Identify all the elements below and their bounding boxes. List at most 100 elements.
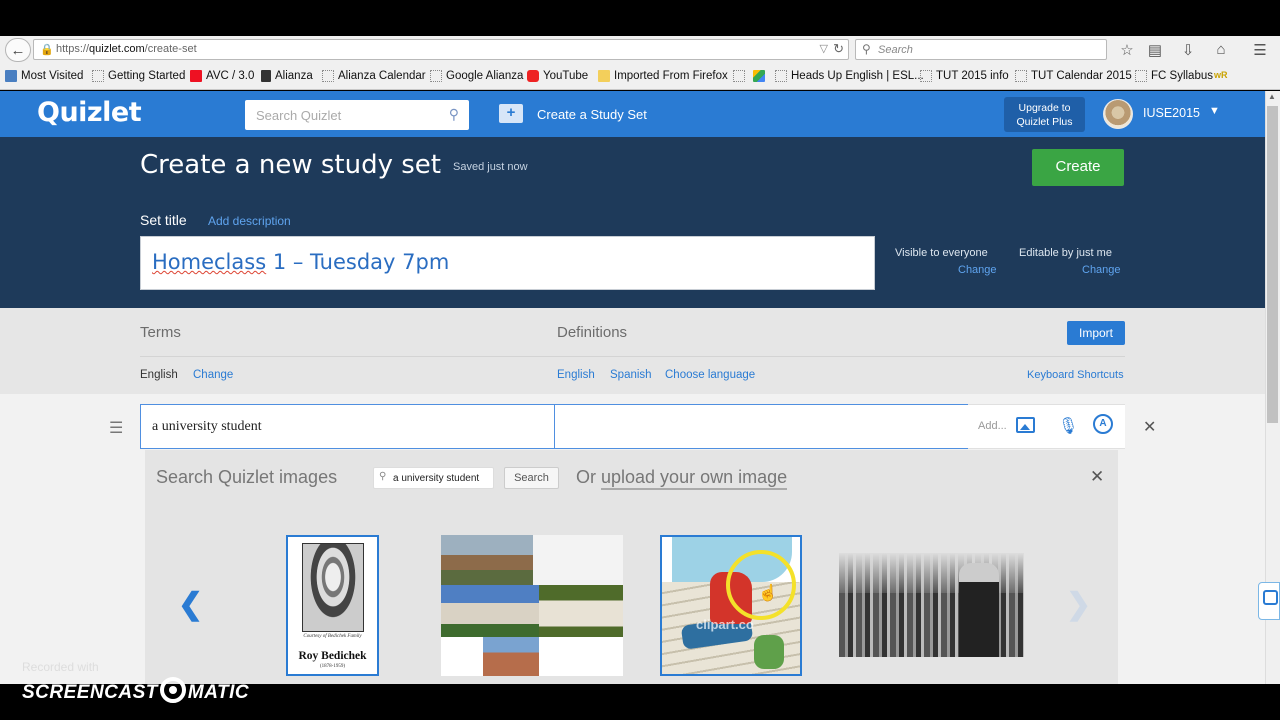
definition-input[interactable] — [554, 404, 969, 449]
term-input[interactable]: a university student — [140, 404, 555, 449]
add-label: Add... — [978, 420, 1007, 432]
bookmark-item[interactable]: Google Alianza — [430, 70, 523, 82]
bookmark-label: Alianza — [275, 70, 313, 82]
bookmark-item[interactable]: TUT Calendar 2015 — [1015, 70, 1132, 82]
bookmark-item[interactable] — [733, 70, 749, 82]
recorded-with-label: Recorded with — [22, 660, 99, 674]
url-dropdown-icon[interactable]: ▽ — [820, 42, 828, 55]
quizlet-search-input[interactable]: Search Quizlet ⚲ — [245, 100, 469, 130]
term-value: a university student — [152, 419, 262, 434]
image-icon[interactable] — [1016, 417, 1035, 433]
download-icon[interactable]: ⇩ — [1178, 41, 1198, 59]
create-set-icon[interactable]: + — [499, 104, 523, 123]
bookmark-label: Most Visited — [21, 70, 84, 82]
add-description-link[interactable]: Add description — [208, 214, 291, 228]
upgrade-line2: Quizlet Plus — [1016, 116, 1073, 128]
bookmark-item[interactable]: Getting Started — [92, 70, 185, 82]
bookmark-icon — [261, 70, 271, 82]
def-language-english[interactable]: English — [557, 369, 595, 381]
image-result[interactable] — [441, 535, 623, 676]
chevron-down-icon[interactable]: ▼ — [1209, 105, 1220, 117]
editable-change-link[interactable]: Change — [1082, 264, 1121, 276]
avatar[interactable] — [1103, 99, 1133, 129]
reading-list-icon[interactable]: ▤ — [1145, 41, 1165, 59]
bookmark-icon — [920, 70, 932, 82]
lock-icon: 🔒 — [40, 44, 54, 56]
bookmark-icon — [322, 70, 334, 82]
bookmark-icon — [1135, 70, 1147, 82]
close-icon[interactable]: ✕ — [1143, 417, 1156, 437]
bookmark-item[interactable] — [753, 70, 769, 82]
microphone-icon[interactable]: 🎙 — [1058, 416, 1078, 436]
visibility-change-link[interactable]: Change — [958, 264, 997, 276]
set-title-input[interactable]: Homeclass 1 – Tuesday 7pm — [140, 236, 875, 290]
def-language-spanish[interactable]: Spanish — [610, 369, 652, 381]
bookmark-label: TUT 2015 info — [936, 70, 1009, 82]
browser-search-placeholder: Search — [878, 44, 913, 56]
bookmark-item[interactable]: Alianza — [261, 70, 313, 82]
set-title-value: Homeclass 1 – Tuesday 7pm — [152, 250, 450, 274]
username[interactable]: IUSE2015 — [1143, 106, 1200, 120]
page-title: Create a new study set — [140, 150, 441, 180]
bookmark-item[interactable]: Alianza Calendar — [322, 70, 426, 82]
bookmark-item[interactable]: Most Visited — [5, 70, 83, 82]
import-button[interactable]: Import — [1067, 321, 1125, 345]
visibility-label: Visible to everyone — [895, 247, 988, 259]
bookmark-item[interactable]: FC Syllabus — [1135, 70, 1213, 82]
bookmark-item[interactable]: AVC / 3.0 — [190, 70, 254, 82]
bookmark-icon — [527, 70, 539, 82]
bookmark-icon — [92, 70, 104, 82]
reload-icon[interactable]: ↻ — [833, 41, 844, 57]
bookmark-item[interactable]: Imported From Firefox — [598, 70, 728, 82]
bookmark-icon — [775, 70, 787, 82]
search-icon: ⚲ — [379, 471, 387, 482]
chevron-left-icon[interactable]: ❮ — [178, 587, 203, 622]
create-button[interactable]: Create — [1032, 149, 1124, 186]
upload-image-link[interactable]: Or upload your own image — [576, 467, 788, 490]
bookmark-item[interactable]: YouTube — [527, 70, 588, 82]
scroll-up-icon[interactable]: ▲ — [1268, 92, 1276, 101]
keyboard-shortcuts-link[interactable]: Keyboard Shortcuts — [1027, 369, 1124, 381]
editable-label: Editable by just me — [1019, 247, 1112, 259]
definitions-label: Definitions — [557, 324, 628, 341]
bookmark-item[interactable]: Heads Up English | ESL... — [775, 70, 924, 82]
quizlet-logo[interactable]: Quizlet — [37, 97, 142, 128]
back-button[interactable]: ← — [5, 38, 31, 62]
side-widget-icon[interactable] — [1258, 582, 1280, 620]
create-study-set-link[interactable]: Create a Study Set — [537, 107, 647, 122]
image-caption: Courtesy of Bedichek Family — [303, 634, 362, 639]
choose-language-link[interactable]: Choose language — [665, 369, 755, 381]
upgrade-line1: Upgrade to — [1018, 102, 1071, 114]
back-arrow-icon: ← — [10, 41, 26, 59]
bookmark-label: Imported From Firefox — [614, 70, 728, 82]
set-title-label: Set title — [140, 212, 187, 228]
image-search-input[interactable]: ⚲ a university student — [373, 467, 494, 489]
term-language-change-link[interactable]: Change — [193, 369, 233, 381]
image-result[interactable] — [839, 553, 1024, 657]
scrollbar-thumb[interactable] — [1267, 106, 1278, 423]
bookmark-icon — [753, 70, 765, 82]
bookmark-item[interactable]: TUT 2015 info — [920, 70, 1009, 82]
upgrade-button[interactable]: Upgrade to Quizlet Plus — [1004, 97, 1085, 132]
image-result[interactable]: Courtesy of Bedichek Family Roy Bedichek… — [286, 535, 379, 676]
image-search-icon[interactable]: A — [1093, 414, 1113, 434]
close-icon[interactable]: ✕ — [1090, 467, 1104, 487]
drag-handle-icon[interactable]: ☰ — [109, 418, 123, 438]
chevron-right-icon[interactable]: ❯ — [1066, 587, 1091, 622]
bookmark-label: FC Syllabus — [1151, 70, 1213, 82]
screen: ← 🔒 https://quizlet.com/create-set ▽ ↻ ⚲… — [0, 0, 1280, 720]
bookmark-label: Alianza Calendar — [338, 70, 426, 82]
star-icon[interactable]: ☆ — [1117, 41, 1137, 59]
home-icon[interactable]: ⌂ — [1211, 41, 1231, 58]
url-bar[interactable]: 🔒 https://quizlet.com/create-set ▽ ↻ — [33, 39, 849, 60]
bookmark-label: TUT Calendar 2015 — [1031, 70, 1132, 82]
bookmark-icon — [430, 70, 442, 82]
image-search-title: Search Quizlet images — [156, 467, 338, 487]
bookmarks-overflow[interactable]: wR — [1214, 70, 1228, 80]
image-search-button[interactable]: Search — [504, 467, 559, 489]
bookmark-label: Heads Up English | ESL... — [791, 70, 924, 82]
browser-search-input[interactable]: ⚲ Search — [855, 39, 1107, 60]
terms-label: Terms — [140, 324, 181, 341]
quizlet-search-placeholder: Search Quizlet — [256, 108, 342, 123]
menu-icon[interactable]: ☰ — [1250, 41, 1270, 59]
